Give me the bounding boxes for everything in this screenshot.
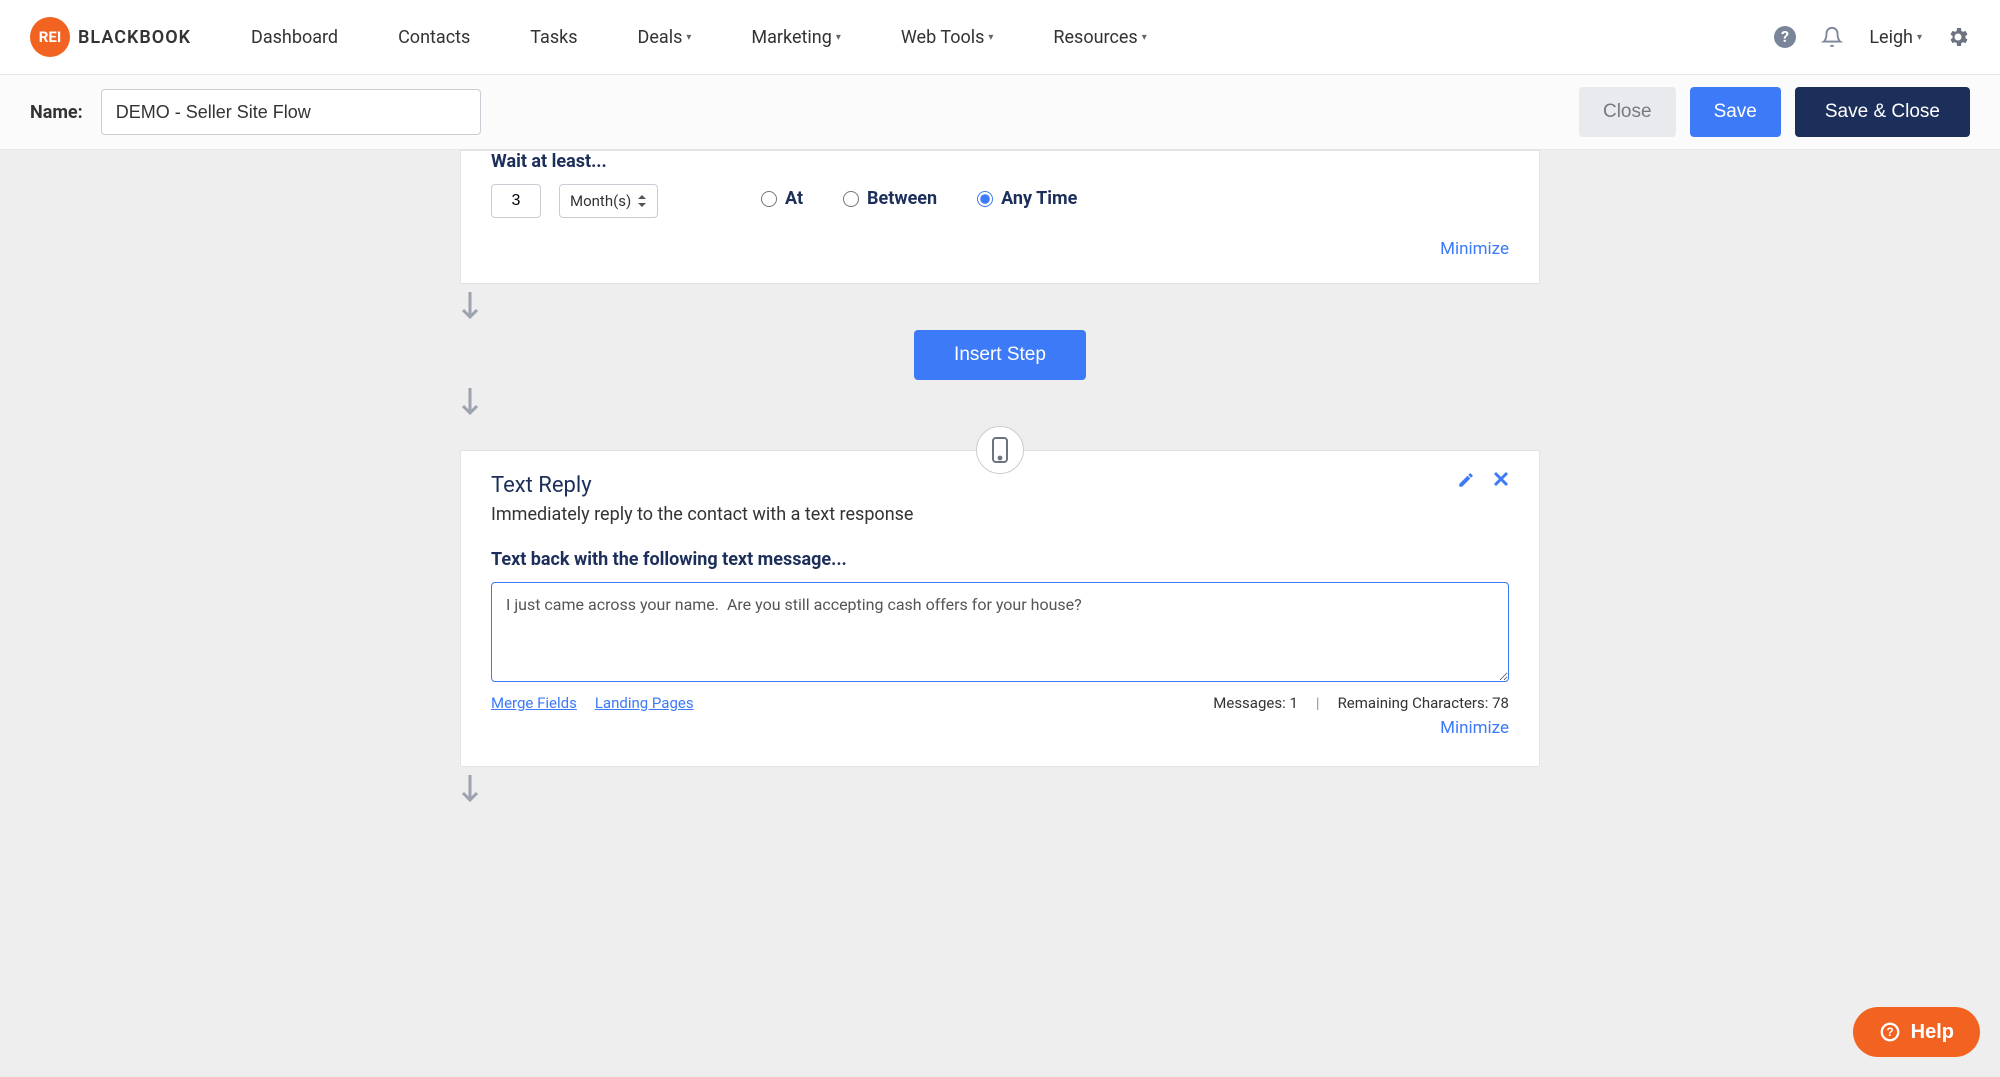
- radio-between-label: Between: [867, 188, 937, 209]
- save-button[interactable]: Save: [1690, 87, 1781, 137]
- logo-text: BLACKBOOK: [78, 27, 191, 48]
- chevron-down-icon: ▾: [1142, 32, 1147, 43]
- divider: |: [1316, 694, 1320, 712]
- chevron-down-icon: ▾: [1917, 32, 1922, 43]
- radio-at-label: At: [785, 188, 803, 209]
- top-nav: REI BLACKBOOK Dashboard Contacts Tasks D…: [0, 0, 2000, 75]
- chevron-down-icon: ▾: [988, 32, 993, 43]
- minimize-link[interactable]: Minimize: [491, 712, 1509, 754]
- radio-between[interactable]: Between: [843, 188, 937, 209]
- arrow-down-icon: [460, 284, 1540, 330]
- svg-text:?: ?: [1886, 1025, 1893, 1039]
- text-reply-subtitle: Immediately reply to the contact with a …: [491, 504, 1509, 525]
- save-close-button[interactable]: Save & Close: [1795, 87, 1970, 137]
- logo[interactable]: REI BLACKBOOK: [30, 17, 191, 57]
- text-reply-card: Text Reply Immediately reply to the cont…: [460, 450, 1540, 767]
- radio-anytime-input[interactable]: [977, 191, 993, 207]
- merge-fields-link[interactable]: Merge Fields: [491, 694, 577, 712]
- text-reply-section-label: Text back with the following text messag…: [491, 549, 1509, 570]
- flow-canvas: Wait at least... Month(s) At: [460, 150, 1540, 853]
- text-stats: Messages: 1 | Remaining Characters: 78: [1213, 694, 1509, 712]
- wait-value-input[interactable]: [491, 184, 541, 218]
- nav-deals-label: Deals: [638, 27, 683, 48]
- wait-unit-label: Month(s): [570, 192, 631, 210]
- text-footer: Merge Fields Landing Pages Messages: 1 |…: [491, 686, 1509, 712]
- chevron-down-icon: ▾: [686, 32, 691, 43]
- topbar-right: ? Leigh ▾: [1773, 25, 1970, 49]
- arrow-down-icon: [460, 380, 1540, 426]
- nav-contacts[interactable]: Contacts: [398, 27, 470, 48]
- help-label: Help: [1911, 1021, 1954, 1044]
- remaining-chars: Remaining Characters: 78: [1338, 694, 1509, 712]
- radio-at-input[interactable]: [761, 191, 777, 207]
- wait-title: Wait at least...: [491, 151, 741, 184]
- user-menu[interactable]: Leigh ▾: [1869, 27, 1922, 48]
- name-group: Name:: [30, 89, 481, 135]
- arrow-down-icon: [460, 767, 1540, 813]
- nav-webtools[interactable]: Web Tools ▾: [901, 27, 994, 48]
- radio-between-input[interactable]: [843, 191, 859, 207]
- help-widget-button[interactable]: ? Help: [1853, 1007, 1980, 1057]
- nav-resources-label: Resources: [1053, 27, 1137, 48]
- sort-icon: [637, 195, 647, 207]
- radio-at[interactable]: At: [761, 188, 803, 209]
- nav-dashboard[interactable]: Dashboard: [251, 27, 338, 48]
- nav-marketing[interactable]: Marketing ▾: [751, 27, 840, 48]
- main-nav: Dashboard Contacts Tasks Deals ▾ Marketi…: [251, 27, 1773, 48]
- text-helper-links: Merge Fields Landing Pages: [491, 694, 694, 712]
- minimize-link[interactable]: Minimize: [491, 209, 1509, 275]
- nav-tasks[interactable]: Tasks: [530, 27, 577, 48]
- logo-badge: REI: [30, 17, 70, 57]
- name-label: Name:: [30, 102, 83, 123]
- help-bubble-icon: ?: [1879, 1021, 1901, 1043]
- help-icon[interactable]: ?: [1773, 25, 1797, 49]
- phone-icon: [991, 437, 1009, 463]
- radio-anytime-label: Any Time: [1001, 188, 1077, 209]
- gear-icon[interactable]: [1946, 25, 1970, 49]
- radio-anytime[interactable]: Any Time: [977, 188, 1077, 209]
- user-name: Leigh: [1869, 27, 1913, 48]
- step-type-badge: [460, 426, 1540, 474]
- nav-resources[interactable]: Resources ▾: [1053, 27, 1146, 48]
- nav-marketing-label: Marketing: [751, 27, 831, 48]
- nav-deals[interactable]: Deals ▾: [638, 27, 692, 48]
- wait-unit-select[interactable]: Month(s): [559, 184, 658, 218]
- bell-icon[interactable]: [1821, 25, 1845, 49]
- chevron-down-icon: ▾: [836, 32, 841, 43]
- insert-step-button[interactable]: Insert Step: [914, 330, 1086, 380]
- nav-webtools-label: Web Tools: [901, 27, 985, 48]
- action-bar: Name: Close Save Save & Close: [0, 75, 2000, 150]
- wait-step-card: Wait at least... Month(s) At: [460, 150, 1540, 284]
- text-message-input[interactable]: [491, 582, 1509, 682]
- workflow-name-input[interactable]: [101, 89, 481, 135]
- landing-pages-link[interactable]: Landing Pages: [595, 694, 694, 712]
- svg-text:?: ?: [1781, 27, 1789, 46]
- text-reply-title: Text Reply: [491, 473, 1509, 498]
- action-buttons: Close Save Save & Close: [1579, 87, 1970, 137]
- close-button[interactable]: Close: [1579, 87, 1676, 137]
- messages-count: Messages: 1: [1213, 694, 1298, 712]
